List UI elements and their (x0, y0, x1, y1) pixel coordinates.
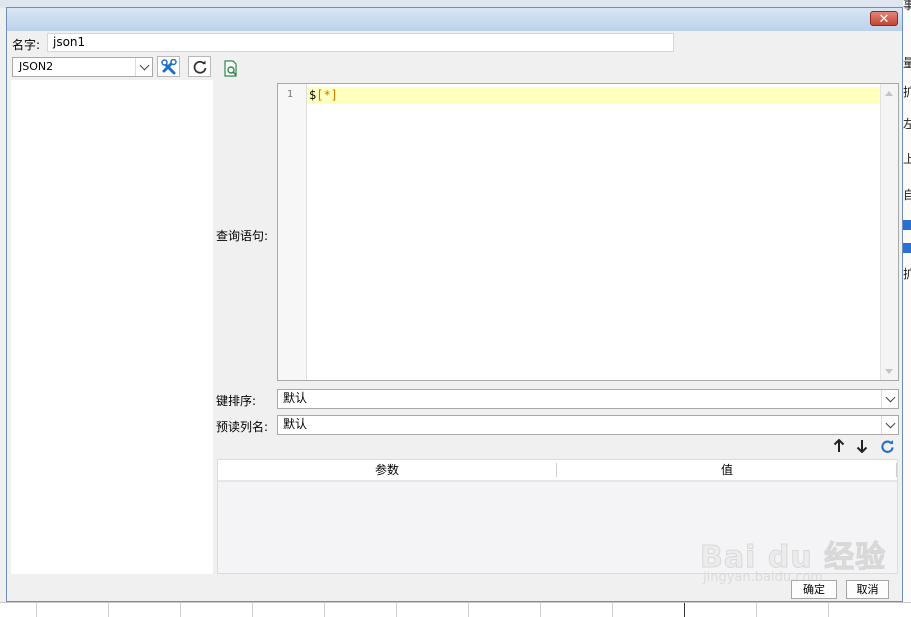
preview-button[interactable] (222, 59, 240, 77)
move-up-button[interactable] (831, 437, 847, 455)
reload-icon (880, 439, 894, 453)
name-label: 名字: (12, 38, 41, 52)
key-sort-select[interactable]: 默认 (277, 389, 899, 409)
background-grid (0, 602, 911, 617)
column-divider[interactable] (896, 463, 897, 477)
scroll-down-arrow-icon[interactable] (881, 363, 897, 379)
editor-scrollbar[interactable] (880, 84, 898, 380)
name-input[interactable]: json1 (47, 33, 674, 52)
bg-fragment: 扩 (903, 267, 911, 281)
code-brackets: [*] (316, 88, 338, 102)
line-number: 1 (287, 89, 294, 100)
tools-icon (160, 58, 177, 74)
move-down-button[interactable] (854, 437, 870, 455)
chevron-down-icon[interactable] (135, 58, 152, 76)
bg-fragment: 量 (903, 56, 911, 70)
query-code[interactable]: $[*] (309, 87, 338, 104)
refresh-button[interactable] (188, 56, 211, 77)
chevron-down-icon[interactable] (881, 416, 898, 434)
key-sort-value: 默认 (283, 391, 308, 405)
bg-fragment: 事 (903, 0, 911, 12)
query-label: 查询语句: (216, 229, 269, 243)
datasource-value: JSON2 (19, 60, 54, 73)
bg-fragment: 上 (903, 152, 911, 166)
key-sort-label: 键排序: (216, 394, 257, 408)
preread-value: 默认 (283, 417, 308, 431)
column-header-param[interactable]: 参数 (218, 460, 556, 480)
arrow-down-icon (856, 440, 868, 453)
checkbox-icon (903, 220, 911, 230)
line-number-gutter: 1 (278, 84, 307, 380)
background-app-right-panel: 事 量 扩 左 上 自 扩 (903, 0, 911, 616)
dialog-titlebar[interactable]: ✕ (7, 8, 902, 31)
preread-select[interactable]: 默认 (277, 415, 899, 435)
preread-label: 预读列名: (216, 420, 269, 434)
bg-fragment: 扩 (903, 85, 911, 99)
params-table-header: 参数 值 (218, 460, 897, 482)
close-button[interactable]: ✕ (870, 11, 898, 27)
ok-button[interactable]: 确定 (791, 580, 837, 599)
bg-fragment: 左 (903, 117, 911, 131)
checkbox-icon (903, 243, 911, 253)
arrow-up-icon (833, 439, 845, 452)
cancel-button[interactable]: 取消 (846, 580, 889, 599)
tools-button[interactable] (157, 56, 180, 77)
column-header-value[interactable]: 值 (557, 460, 897, 480)
datasource-select[interactable]: JSON2 (12, 57, 153, 77)
json-dataset-dialog: ✕ 名字: json1 JSON2 查询语句: 1 $[*] 键排序: 默认 预… (6, 7, 903, 602)
refresh-icon (193, 60, 206, 74)
current-line-highlight (307, 87, 881, 104)
preview-icon (224, 59, 237, 77)
datasource-tree-panel[interactable] (11, 80, 213, 574)
dialog-footer: 确定 取消 (7, 574, 902, 601)
reload-params-button[interactable] (878, 437, 896, 455)
params-table[interactable]: 参数 值 (217, 459, 898, 574)
scroll-up-arrow-icon[interactable] (881, 85, 897, 101)
chevron-down-icon[interactable] (881, 390, 898, 408)
query-editor[interactable]: 1 $[*] (277, 83, 899, 381)
bg-fragment: 自 (903, 188, 911, 202)
